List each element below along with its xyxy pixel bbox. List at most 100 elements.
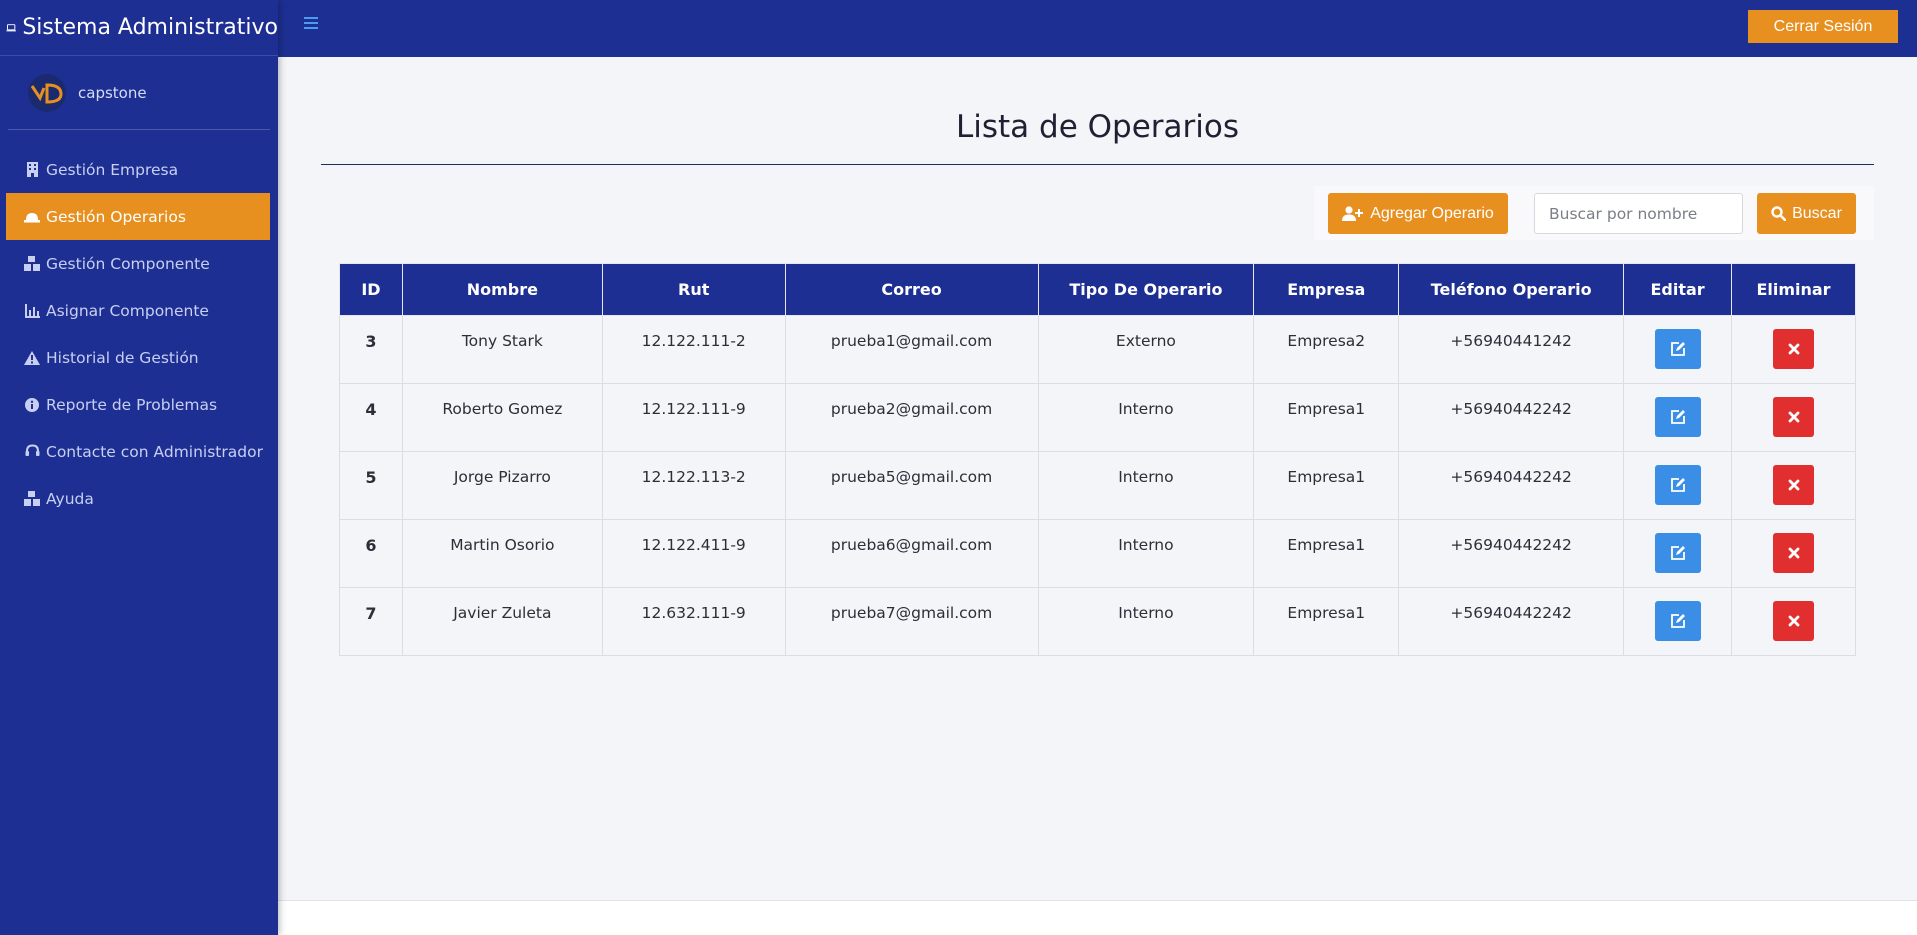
sidebar-item-label: Historial de Gestión <box>46 348 199 367</box>
cell-eliminar <box>1731 383 1856 452</box>
app-title: Sistema Administrativo <box>22 15 278 40</box>
cell-rut: 12.632.111-9 <box>601 587 786 656</box>
table-row: 6 Martin Osorio 12.122.411-9 prueba6@gma… <box>339 519 1856 588</box>
cell-correo: prueba2@gmail.com <box>784 383 1039 452</box>
avatar <box>28 73 66 112</box>
topbar: Cerrar Sesión <box>278 0 1917 57</box>
delete-button[interactable] <box>1773 329 1814 369</box>
info-icon <box>24 397 40 413</box>
col-header-tipo: Tipo De Operario <box>1037 263 1255 316</box>
edit-button[interactable] <box>1654 465 1701 505</box>
col-header-telefono: Teléfono Operario <box>1398 263 1625 316</box>
sidebar-item-asignar-componente[interactable]: Asignar Componente <box>6 287 270 334</box>
cell-empresa: Empresa2 <box>1253 315 1400 384</box>
cell-tipo: Externo <box>1037 315 1255 384</box>
cell-nombre: Javier Zuleta <box>401 587 603 656</box>
sidebar-item-label: Ayuda <box>46 489 94 508</box>
cell-editar <box>1623 587 1733 656</box>
add-operario-label: Agregar Operario <box>1370 204 1494 222</box>
sidebar-item-contacte[interactable]: Contacte con Administrador <box>6 428 270 475</box>
cell-telefono: +56940442242 <box>1398 587 1625 656</box>
cell-tipo: Interno <box>1037 383 1255 452</box>
cell-editar <box>1623 383 1733 452</box>
page-title: Lista de Operarios <box>955 109 1239 145</box>
edit-button[interactable] <box>1654 329 1701 369</box>
sidebar-item-label: Reporte de Problemas <box>46 395 218 414</box>
cell-empresa: Empresa1 <box>1253 519 1400 588</box>
hard-hat-icon <box>24 209 40 225</box>
cell-telefono: +56940442242 <box>1398 451 1625 520</box>
cell-telefono: +56940442242 <box>1398 519 1625 588</box>
sidebar-item-gestion-operarios[interactable]: Gestión Operarios <box>6 193 270 240</box>
table-row: 4 Roberto Gomez 12.122.111-9 prueba2@gma… <box>339 383 1856 452</box>
edit-icon <box>1670 546 1685 560</box>
close-icon <box>1788 615 1799 627</box>
sidebar-item-ayuda[interactable]: Ayuda <box>6 475 270 522</box>
cell-tipo: Interno <box>1037 451 1255 520</box>
warning-icon <box>24 350 40 366</box>
user-name: capstone <box>78 83 147 102</box>
edit-button[interactable] <box>1654 397 1701 437</box>
edit-icon <box>1670 410 1685 424</box>
edit-icon <box>1670 614 1685 628</box>
user-plus-icon <box>1342 205 1364 221</box>
delete-button[interactable] <box>1773 465 1814 505</box>
edit-icon <box>1670 342 1685 356</box>
edit-icon <box>1670 478 1685 492</box>
sidebar-item-gestion-empresa[interactable]: Gestión Empresa <box>6 146 270 193</box>
edit-button[interactable] <box>1654 601 1701 641</box>
col-header-nombre: Nombre <box>401 263 603 316</box>
logo-icon <box>30 82 63 104</box>
add-operario-button[interactable]: Agregar Operario <box>1328 193 1508 234</box>
cell-empresa: Empresa1 <box>1253 383 1400 452</box>
search-icon <box>1771 206 1787 221</box>
cell-empresa: Empresa1 <box>1253 587 1400 656</box>
user-panel[interactable]: capstone <box>8 56 270 130</box>
cell-id: 5 <box>339 451 403 520</box>
cell-rut: 12.122.411-9 <box>601 519 786 588</box>
cell-correo: prueba5@gmail.com <box>784 451 1039 520</box>
cell-rut: 12.122.111-2 <box>601 315 786 384</box>
cell-tipo: Interno <box>1037 587 1255 656</box>
logout-button[interactable]: Cerrar Sesión <box>1748 10 1898 43</box>
col-header-eliminar: Eliminar <box>1731 263 1856 316</box>
col-header-empresa: Empresa <box>1253 263 1400 316</box>
table-row: 3 Tony Stark 12.122.111-2 prueba1@gmail.… <box>339 315 1856 384</box>
cell-id: 4 <box>339 383 403 452</box>
cell-rut: 12.122.111-9 <box>601 383 786 452</box>
col-header-rut: Rut <box>601 263 786 316</box>
close-icon <box>1788 343 1799 355</box>
delete-button[interactable] <box>1773 397 1814 437</box>
cell-id: 3 <box>339 315 403 384</box>
sidebar-item-gestion-componente[interactable]: Gestión Componente <box>6 240 270 287</box>
sidebar-item-label: Asignar Componente <box>46 301 209 320</box>
toolbar: Agregar Operario Buscar <box>1314 186 1874 240</box>
building-icon <box>24 162 40 178</box>
sidebar-item-reporte[interactable]: Reporte de Problemas <box>6 381 270 428</box>
cell-nombre: Jorge Pizarro <box>401 451 603 520</box>
hamburger-icon[interactable] <box>304 14 320 35</box>
delete-button[interactable] <box>1773 601 1814 641</box>
cell-telefono: +56940441242 <box>1398 315 1625 384</box>
search-input[interactable] <box>1534 193 1743 234</box>
sidebar-menu: Gestión Empresa Gestión Operarios Gestió… <box>0 146 278 522</box>
cell-eliminar <box>1731 587 1856 656</box>
sidebar-item-historial[interactable]: Historial de Gestión <box>6 334 270 381</box>
close-icon <box>1788 547 1799 559</box>
cell-id: 7 <box>339 587 403 656</box>
cell-eliminar <box>1731 519 1856 588</box>
edit-button[interactable] <box>1654 533 1701 573</box>
footer <box>278 900 1917 935</box>
delete-button[interactable] <box>1773 533 1814 573</box>
cell-telefono: +56940442242 <box>1398 383 1625 452</box>
main-content: Lista de Operarios Agregar Operario Busc… <box>278 57 1917 900</box>
brand[interactable]: Sistema Administrativo <box>0 0 278 56</box>
search-label: Buscar <box>1792 204 1842 222</box>
search-button[interactable]: Buscar <box>1757 193 1856 234</box>
table-row: 5 Jorge Pizarro 12.122.113-2 prueba5@gma… <box>339 451 1856 520</box>
col-header-id: ID <box>339 263 403 316</box>
close-icon <box>1788 411 1799 423</box>
cell-correo: prueba6@gmail.com <box>784 519 1039 588</box>
sidebar-item-label: Gestión Empresa <box>46 160 179 179</box>
cell-correo: prueba7@gmail.com <box>784 587 1039 656</box>
